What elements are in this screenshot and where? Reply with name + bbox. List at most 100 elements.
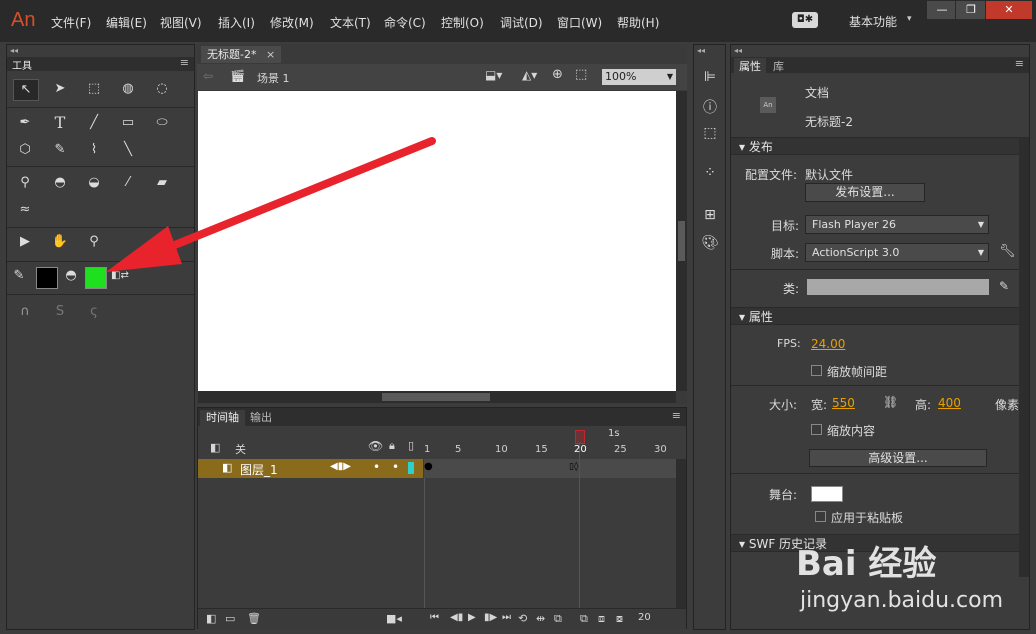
baidu-watermark-logo: Bai 经验	[796, 544, 937, 584]
align-icon[interactable]: ⊫	[697, 69, 723, 85]
new-folder-icon[interactable]: ▭	[225, 612, 235, 625]
lock-icon[interactable]: 🔒︎	[389, 439, 395, 453]
visibility-dot[interactable]: •	[373, 460, 380, 474]
clipboard-checkbox[interactable]	[815, 511, 826, 522]
height-value[interactable]: 400	[938, 396, 961, 410]
timeline-panel: 时间轴 输出 ≡ ◧ 关 👁︎ 🔒︎ ▯ ◧ 图层_1 ◀▮▶ • • ● ▯◊…	[197, 407, 687, 629]
frame-number: 1	[424, 444, 431, 455]
link-icon[interactable]: ⛓︎	[883, 395, 898, 409]
pencil-icon[interactable]: ✎	[999, 279, 1009, 293]
fps-value[interactable]: 24.00	[811, 337, 845, 351]
advanced-settings-button[interactable]: 高级设置...	[809, 449, 987, 467]
collapse-icon[interactable]: ◂◂	[697, 46, 705, 55]
frame-number: 15	[535, 444, 548, 455]
frame-number: 25	[614, 444, 627, 455]
divider	[731, 269, 1029, 270]
script-value: ActionScript 3.0	[812, 246, 900, 259]
divider	[731, 473, 1029, 474]
camera-layer-icon[interactable]: ■◂	[386, 612, 402, 625]
wrench-icon[interactable]: 🔧︎	[999, 244, 1016, 259]
components-icon[interactable]: ⊞	[697, 207, 723, 223]
script-dropdown[interactable]: ActionScript 3.0 ▼	[805, 243, 989, 262]
timeline-tabbar: 时间轴 输出 ≡	[198, 408, 686, 426]
document-icon: An	[760, 97, 776, 113]
step-forward-icon[interactable]: ▮▶	[484, 612, 497, 623]
panel-menu-icon[interactable]: ≡	[672, 409, 681, 422]
profile-value: 默认文件	[805, 168, 854, 182]
frame-number: 5	[455, 444, 462, 455]
transform-icon[interactable]: ⬚	[697, 125, 723, 141]
stage-color-swatch[interactable]	[811, 486, 843, 502]
width-value[interactable]: 550	[832, 396, 855, 410]
onion-skin-icon[interactable]: ⧉	[554, 612, 562, 626]
width-label: 宽:	[811, 398, 828, 412]
tab-timeline[interactable]: 时间轴	[200, 410, 245, 426]
stage-label: 舞台:	[769, 488, 798, 502]
frame-counter: 20	[638, 612, 651, 623]
frame-number-current: 20	[574, 444, 587, 455]
scale-content-label: 缩放内容	[827, 424, 876, 438]
panel-dock: ◂◂ ⊫ ⓘ ⬚ ⁘ ⊞ 🎨︎	[693, 44, 726, 630]
height-label: 高:	[915, 398, 932, 412]
properties-scrollbar[interactable]	[1019, 137, 1029, 577]
delete-layer-icon[interactable]: 🗑︎	[247, 612, 261, 625]
scale-spans-label: 缩放帧间距	[827, 365, 888, 379]
timeline-footer: ◧ ▭ 🗑︎ ■◂ ⏮ ◀▮ ▶ ▮▶ ⏭ ⟲ ⇹ ⧉ ⧉ ⧈ ⧇ 20	[198, 608, 686, 629]
frame-strip[interactable]: ● ▯◊	[424, 459, 676, 478]
layer-row[interactable]: ◧ 图层_1 ◀▮▶ • •	[198, 459, 423, 478]
properties-section-header[interactable]: ▾ 属性	[731, 307, 1029, 325]
layer-folder-icon[interactable]: ◧	[210, 441, 220, 454]
doc-name: 无标题-2	[805, 115, 853, 129]
show-hide-icon[interactable]: 👁︎	[368, 439, 383, 453]
lock-dot[interactable]: •	[392, 460, 399, 474]
outline-icon[interactable]: ▯	[408, 439, 414, 452]
arrow-head	[106, 226, 182, 272]
modify-markers-icon[interactable]: ⧇	[616, 612, 623, 626]
clipboard-label: 应用于粘贴板	[831, 511, 904, 525]
keyframe-dot[interactable]: ●	[424, 461, 433, 472]
playhead-line[interactable]	[579, 442, 580, 612]
layer-name[interactable]: 图层_1	[240, 461, 278, 478]
arrow-shaft	[146, 137, 436, 259]
go-last-frame-icon[interactable]: ⏭	[502, 612, 511, 623]
chevron-down-icon: ▼	[977, 220, 984, 229]
play-icon[interactable]: ▶	[468, 612, 476, 623]
timeline-vscroll[interactable]	[676, 459, 686, 609]
step-back-icon[interactable]: ◀▮	[450, 612, 463, 623]
new-layer-icon[interactable]: ◧	[206, 612, 216, 625]
edit-multiple-frames-icon[interactable]: ⧈	[598, 612, 605, 626]
playhead-handle[interactable]	[575, 430, 585, 444]
info-icon[interactable]: ⓘ	[697, 97, 723, 117]
onion-outline-icon[interactable]: ⧉	[580, 612, 588, 626]
timeline-header-label: 关	[235, 443, 246, 456]
publish-section-header[interactable]: ▾ 发布	[731, 137, 1029, 155]
scale-content-checkbox[interactable]	[811, 424, 822, 435]
loop-icon[interactable]: ⟲	[518, 612, 527, 625]
end-keyframe[interactable]: ▯◊	[569, 462, 578, 472]
class-input[interactable]	[807, 279, 989, 295]
divider	[731, 385, 1029, 386]
tab-library[interactable]: 库	[773, 58, 784, 74]
center-frame-icon[interactable]: ⇹	[536, 612, 545, 625]
seconds-marker: 1s	[608, 428, 620, 439]
publish-settings-button[interactable]: 发布设置...	[805, 183, 925, 202]
collapse-icon[interactable]: ◂◂	[734, 46, 742, 55]
tab-output[interactable]: 输出	[244, 410, 278, 426]
scale-spans-checkbox[interactable]	[811, 365, 822, 376]
profile-label: 配置文件:	[745, 168, 798, 182]
size-label: 大小:	[769, 398, 798, 412]
class-label: 类:	[783, 282, 800, 296]
frame-number: 10	[495, 444, 508, 455]
publish-header: 发布	[748, 140, 773, 154]
go-first-frame-icon[interactable]: ⏮	[430, 612, 439, 623]
target-dropdown[interactable]: Flash Player 26 ▼	[805, 215, 989, 234]
keyframe-nav-icon[interactable]: ◀▮▶	[330, 461, 351, 472]
motion-presets-icon[interactable]: ⁘	[697, 165, 723, 181]
tab-properties[interactable]: 属性	[734, 58, 766, 74]
color-panel-icon[interactable]: 🎨︎	[697, 235, 723, 251]
layer-outline-color[interactable]	[408, 462, 414, 474]
panel-menu-icon[interactable]: ≡	[1015, 57, 1024, 70]
script-label: 脚本:	[771, 247, 800, 261]
target-label: 目标:	[771, 219, 800, 233]
units-label: 像素	[995, 398, 1020, 412]
